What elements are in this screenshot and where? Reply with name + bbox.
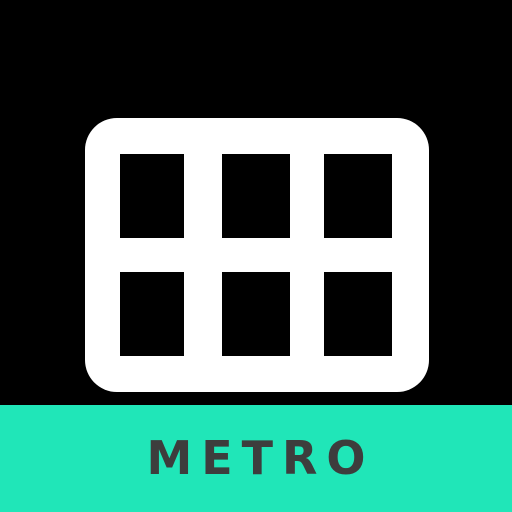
grid-cell <box>222 272 290 356</box>
grid-cell <box>324 272 392 356</box>
app-icon[interactable]: METRO <box>0 0 512 512</box>
grid-cell <box>222 154 290 238</box>
app-label: METRO <box>146 430 375 485</box>
grid-cell <box>120 154 184 238</box>
grid-cell <box>120 272 184 356</box>
grid-icon <box>85 118 429 392</box>
grid-cell <box>324 154 392 238</box>
label-bar: METRO <box>0 405 512 512</box>
